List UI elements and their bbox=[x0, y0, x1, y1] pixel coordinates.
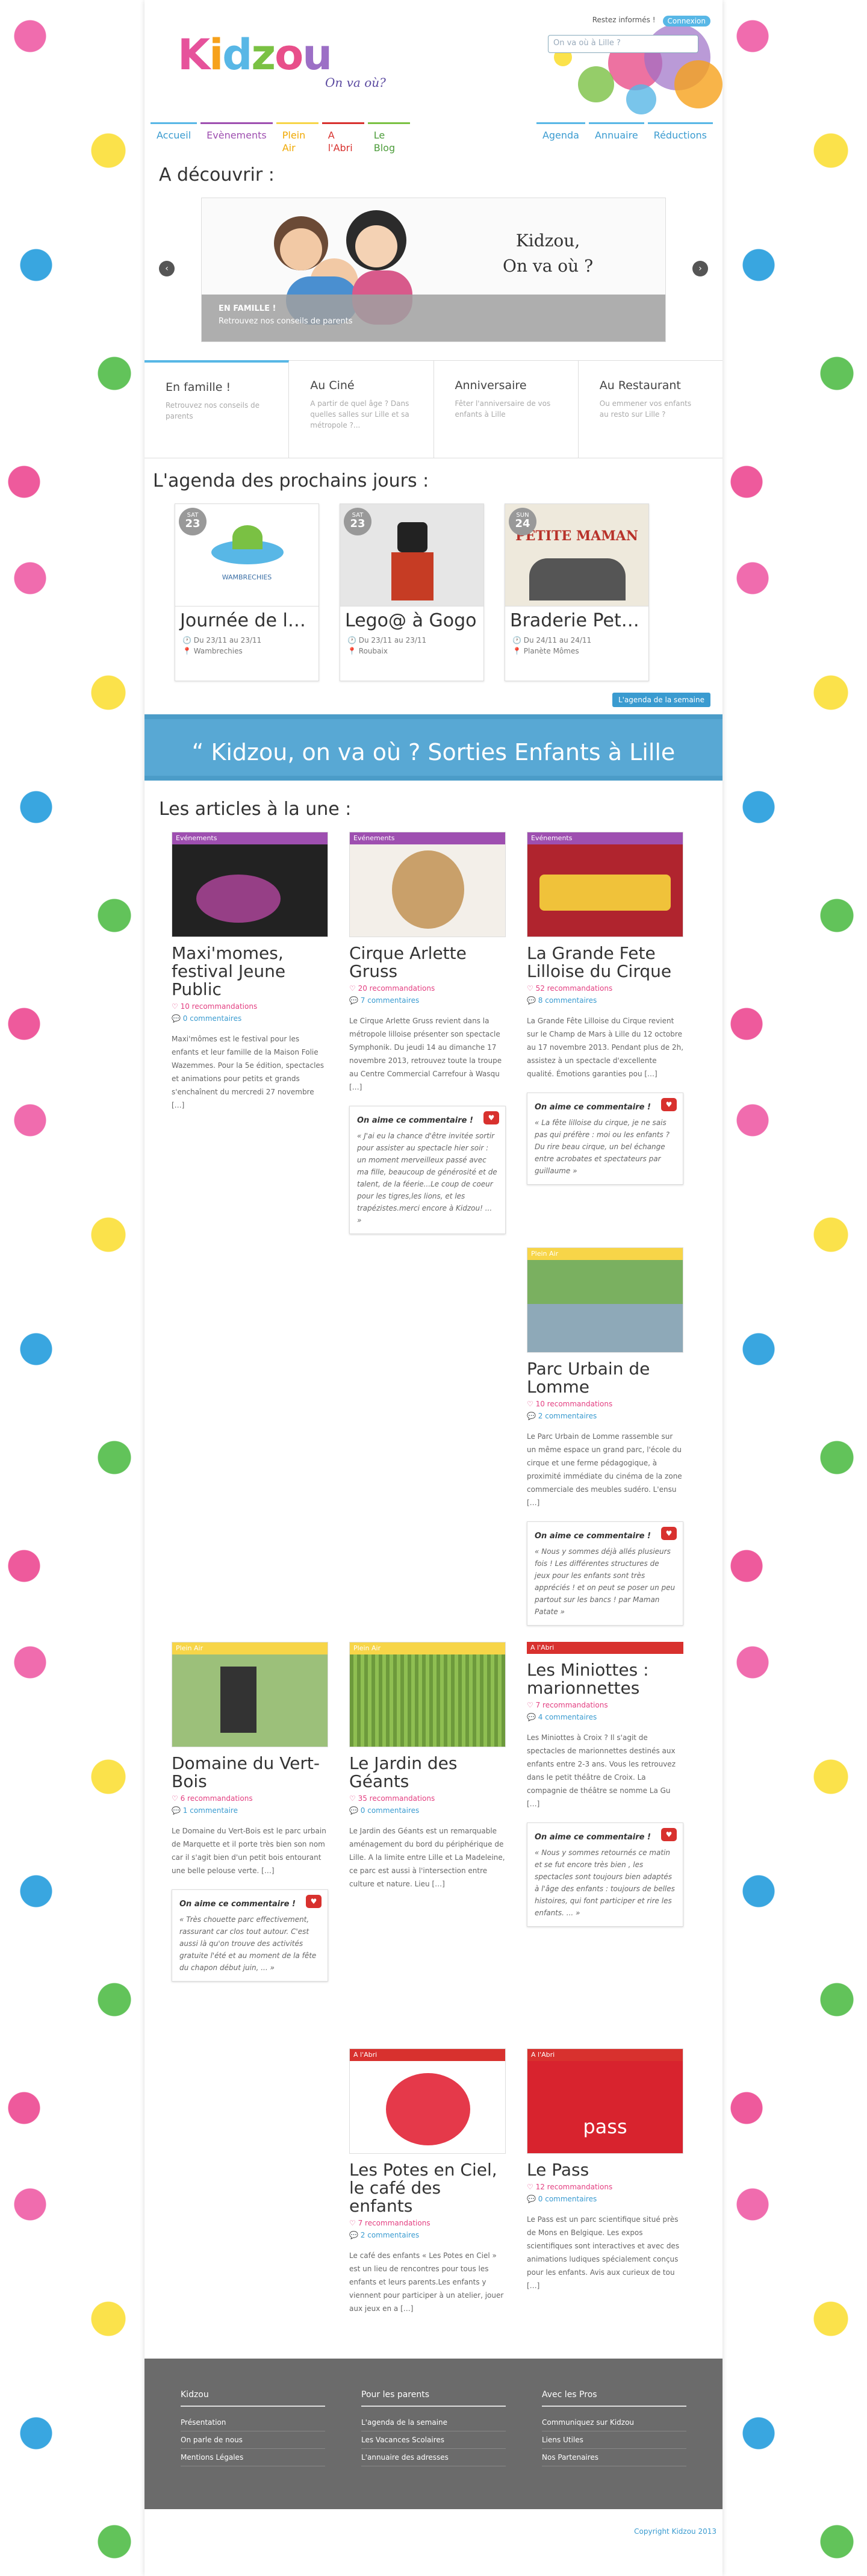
articles-title: Les articles à la une : bbox=[159, 799, 352, 820]
heart-icon: ♥ bbox=[661, 1098, 677, 1111]
event-card[interactable]: WAMBRECHIES SAT 23 Journée de la ... 🕐 Du … bbox=[175, 504, 319, 681]
event-place: 📍 Roubaix bbox=[347, 647, 388, 655]
article-card[interactable]: Evénements Cirque Arlette Gruss ♡ 20 rec… bbox=[349, 832, 506, 1234]
liked-comment: On aime ce commentaire ! ♥ « Très chouette… bbox=[172, 1889, 328, 1982]
footer-link[interactable]: Nos Partenaires bbox=[542, 2449, 686, 2466]
newsletter-link[interactable]: Restez informés ! bbox=[592, 16, 656, 27]
event-card[interactable]: PETITE MAMAN SUN 24 Braderie Petite... 🕐 D… bbox=[505, 504, 649, 681]
login-button[interactable]: Connexion bbox=[662, 16, 710, 27]
articles-grid: Evénements Maxi'momes, festival Jeune Pu… bbox=[144, 826, 722, 2359]
footer-col-pros: Avec les Pros Communiquez sur Kidzou Lie… bbox=[524, 2386, 704, 2482]
nav-reductions[interactable]: Réductions bbox=[647, 122, 713, 146]
heart-icon: ♥ bbox=[661, 1828, 677, 1841]
event-place: 📍 Planète Mômes bbox=[512, 647, 579, 655]
top-links: Restez informés ! Connexion bbox=[592, 16, 710, 27]
footer-link[interactable]: On parle de nous bbox=[181, 2431, 325, 2449]
slide[interactable]: Kidzou, On va où ? EN FAMILLE ! Retrouvez… bbox=[201, 198, 666, 342]
logo-tagline: On va où? bbox=[325, 75, 386, 90]
event-date: SAT 23 bbox=[179, 508, 207, 535]
heart-icon: ♥ bbox=[483, 1111, 499, 1124]
article-card[interactable]: Plein Air Le Jardin des Géants ♡ 35 reco… bbox=[349, 1642, 506, 1891]
tab-au-cine[interactable]: Au Ciné A partir de quel âge ? Dans quell… bbox=[289, 361, 434, 458]
event-dates: 🕐 Du 23/11 au 23/11 bbox=[347, 636, 427, 644]
nav-annuaire[interactable]: Annuaire bbox=[588, 122, 644, 146]
agenda: WAMBRECHIES SAT 23 Journée de la ... 🕐 Du … bbox=[144, 504, 722, 714]
article-card[interactable]: Evénements Maxi'momes, festival Jeune Pu… bbox=[172, 832, 328, 1112]
nav-abri[interactable]: A l'Abri bbox=[322, 122, 364, 159]
article-card[interactable]: Plein Air Domaine du Vert-Bois ♡ 6 recom… bbox=[172, 1642, 328, 1982]
article-card[interactable]: A l'Abri Les Potes en Ciel, le café des … bbox=[349, 2048, 506, 2315]
event-date: SAT 23 bbox=[344, 508, 371, 535]
banner: “ Kidzou, on va où ? Sorties Enfants à L… bbox=[144, 714, 722, 781]
footer-link[interactable]: Les Vacances Scolaires bbox=[361, 2431, 506, 2449]
nav-blog[interactable]: Le Blog bbox=[367, 122, 410, 159]
footer-col-kidzou: Kidzou Présentation On parle de nous Men… bbox=[163, 2386, 343, 2482]
slider-prev-icon[interactable]: ‹ bbox=[159, 261, 175, 276]
copyright: Copyright Kidzou 2013 bbox=[634, 2527, 716, 2536]
article-card[interactable]: Evénements La Grande Fete Lilloise du Ci… bbox=[527, 832, 683, 1185]
footer: Kidzou Présentation On parle de nous Men… bbox=[144, 2359, 722, 2509]
event-card[interactable]: SAT 23 Lego@ à Gogo 🕐 Du 23/11 au 23/11 📍… bbox=[340, 504, 484, 681]
footer-link[interactable]: Présentation bbox=[181, 2414, 325, 2431]
header: Kidzou On va où? Restez informés ! Conne… bbox=[144, 0, 722, 117]
agenda-week-button[interactable]: L'agenda de la semaine bbox=[612, 693, 710, 707]
category-tabs: En famille ! Retrouvez nos conseils de pa… bbox=[144, 360, 722, 458]
liked-comment: On aime ce commentaire ! ♥ « J'ai eu la ch… bbox=[349, 1106, 506, 1234]
footer-link[interactable]: Mentions Légales bbox=[181, 2449, 325, 2466]
footer-link[interactable]: Communiquez sur Kidzou bbox=[542, 2414, 686, 2431]
page: Kidzou On va où? Restez informés ! Conne… bbox=[144, 0, 722, 2576]
heart-icon: ♥ bbox=[661, 1527, 677, 1540]
event-date: SUN 24 bbox=[509, 508, 536, 535]
footer-col-parents: Pour les parents L'agenda de la semaine … bbox=[343, 2386, 524, 2482]
nav-accueil[interactable]: Accueil bbox=[151, 122, 197, 146]
liked-comment: On aime ce commentaire ! ♥ « Nous y sommes… bbox=[527, 1823, 683, 1927]
nav-plein-air[interactable]: Plein Air bbox=[276, 122, 319, 159]
tab-restaurant[interactable]: Au Restaurant Ou emmener vos enfants au r… bbox=[579, 361, 722, 458]
tab-anniversaire[interactable]: Anniversaire Fêter l'anniversaire de vos … bbox=[434, 361, 579, 458]
liked-comment: On aime ce commentaire ! ♥ « Nous y sommes… bbox=[527, 1521, 683, 1626]
article-card[interactable]: A l'Abri Les Miniottes : marionnettes ♡ … bbox=[527, 1642, 683, 1927]
liked-comment: On aime ce commentaire ! ♥ « La fête lillo… bbox=[527, 1093, 683, 1185]
article-card[interactable]: Plein Air Parc Urbain de Lomme ♡ 10 reco… bbox=[527, 1247, 683, 1626]
heart-icon: ♥ bbox=[306, 1895, 322, 1908]
main-nav: Accueil Evènements Plein Air A l'Abri Le… bbox=[144, 122, 722, 158]
nav-agenda[interactable]: Agenda bbox=[536, 122, 585, 146]
event-place: 📍 Wambrechies bbox=[182, 647, 243, 655]
nav-evenements[interactable]: Evènements bbox=[200, 122, 273, 146]
agenda-title: L'agenda des prochains jours : bbox=[153, 470, 429, 491]
slide-caption: EN FAMILLE ! Retrouvez nos conseils de p… bbox=[202, 295, 665, 341]
footer-link[interactable]: L'annuaire des adresses bbox=[361, 2449, 506, 2466]
logo[interactable]: Kidzou bbox=[178, 30, 332, 80]
event-dates: 🕐 Du 24/11 au 24/11 bbox=[512, 636, 592, 644]
slider-next-icon[interactable]: › bbox=[692, 261, 708, 276]
tab-en-famille[interactable]: En famille ! Retrouvez nos conseils de pa… bbox=[144, 360, 290, 458]
discover-title: A découvrir : bbox=[159, 164, 275, 186]
article-card[interactable]: A l'Abri pass Le Pass ♡ 12 recommandation… bbox=[527, 2048, 683, 2292]
event-dates: 🕐 Du 23/11 au 23/11 bbox=[182, 636, 262, 644]
slider: ‹ Kidzou, On va où ? EN FAMILLE ! Retrouv… bbox=[159, 198, 708, 342]
slide-title: Kidzou, On va où ? bbox=[503, 231, 594, 276]
search-input[interactable]: On va où à Lille ? bbox=[548, 35, 698, 53]
footer-link[interactable]: L'agenda de la semaine bbox=[361, 2414, 506, 2431]
footer-link[interactable]: Liens Utiles bbox=[542, 2431, 686, 2449]
